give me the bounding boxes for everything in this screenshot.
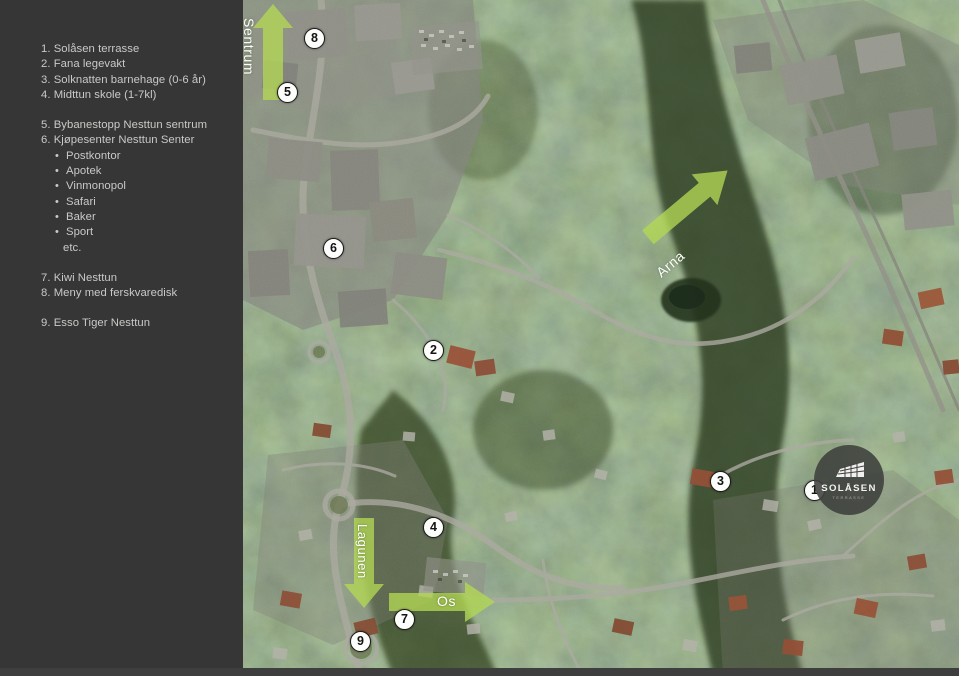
- satellite-map[interactable]: Sentrum Arna Lagunen Os 1 2 3 4 5 6 7 8 …: [243, 0, 959, 676]
- legend-item-2: 2. Fana legevakt: [41, 58, 126, 71]
- map-marker-7[interactable]: 7: [394, 609, 415, 630]
- legend-subitem-label: Apotek: [66, 165, 102, 178]
- legend-subitem-label: Vinmonopol: [66, 180, 126, 193]
- map-marker-3[interactable]: 3: [710, 471, 731, 492]
- legend-subitem-label: Sport: [66, 226, 94, 239]
- map-marker-6[interactable]: 6: [323, 238, 344, 259]
- legend-item-1: 1. Solåsen terrasse: [41, 43, 140, 55]
- bullet-icon: •: [55, 149, 59, 162]
- legend-item-5: 5. Bybanestopp Nesttun sentrum: [41, 119, 208, 132]
- map-marker-9[interactable]: 9: [350, 631, 371, 652]
- legend-item-8: 8. Meny med ferskvaredisk: [41, 287, 178, 300]
- direction-arrow-lagunen: [343, 518, 385, 608]
- legend-spacer-1: [41, 103, 241, 118]
- legend-subitem-apotek: • Apotek: [41, 164, 241, 179]
- legend-list: 1. Solåsen terrasse 2. Fana legevakt 3. …: [41, 42, 241, 332]
- legend-panel: 1. Solåsen terrasse 2. Fana legevakt 3. …: [0, 0, 243, 676]
- map-marker-2[interactable]: 2: [423, 340, 444, 361]
- legend-subitem-sport: • Sport: [41, 225, 241, 240]
- legend-item-7: 7. Kiwi Nesttun: [41, 271, 118, 284]
- solasen-logo-badge[interactable]: SOLÅSEN TERRASSE: [814, 445, 884, 515]
- legend-subitem-label: Postkontor: [66, 149, 121, 162]
- legend-etc-label: etc.: [63, 241, 82, 254]
- legend-spacer-3: [41, 301, 241, 316]
- bullet-icon: •: [55, 165, 59, 178]
- map-marker-8[interactable]: 8: [304, 28, 325, 49]
- map-marker-4[interactable]: 4: [423, 517, 444, 538]
- map-page: 1. Solåsen terrasse 2. Fana legevakt 3. …: [0, 0, 959, 676]
- bullet-icon: •: [55, 210, 59, 223]
- building-logo-icon: [834, 460, 865, 482]
- legend-subitem-label: Safari: [66, 195, 96, 208]
- logo-title: SOLÅSEN: [821, 483, 877, 494]
- legend-subitem-postkontor: • Postkontor: [41, 149, 241, 164]
- legend-item-6: 6. Kjøpesenter Nesttun Senter: [41, 134, 195, 147]
- bullet-icon: •: [55, 195, 59, 208]
- legend-subitem-safari: • Safari: [41, 195, 241, 210]
- bottom-edge-strip: [0, 668, 959, 676]
- legend-subitem-label: Baker: [66, 210, 96, 223]
- legend-item-4: 4. Midttun skole (1-7kl): [41, 88, 157, 101]
- legend-subitem-baker: • Baker: [41, 210, 241, 225]
- legend-spacer-2: [41, 256, 241, 271]
- legend-subitem-vinmonopol: • Vinmonopol: [41, 179, 241, 194]
- legend-item-3: 3. Solknatten barnehage (0-6 år): [41, 73, 206, 86]
- bullet-icon: •: [55, 226, 59, 239]
- map-marker-5[interactable]: 5: [277, 82, 298, 103]
- legend-item-9: 9. Esso Tiger Nesttun: [41, 317, 151, 330]
- logo-subtitle: TERRASSE: [832, 495, 866, 501]
- bullet-icon: •: [55, 180, 59, 193]
